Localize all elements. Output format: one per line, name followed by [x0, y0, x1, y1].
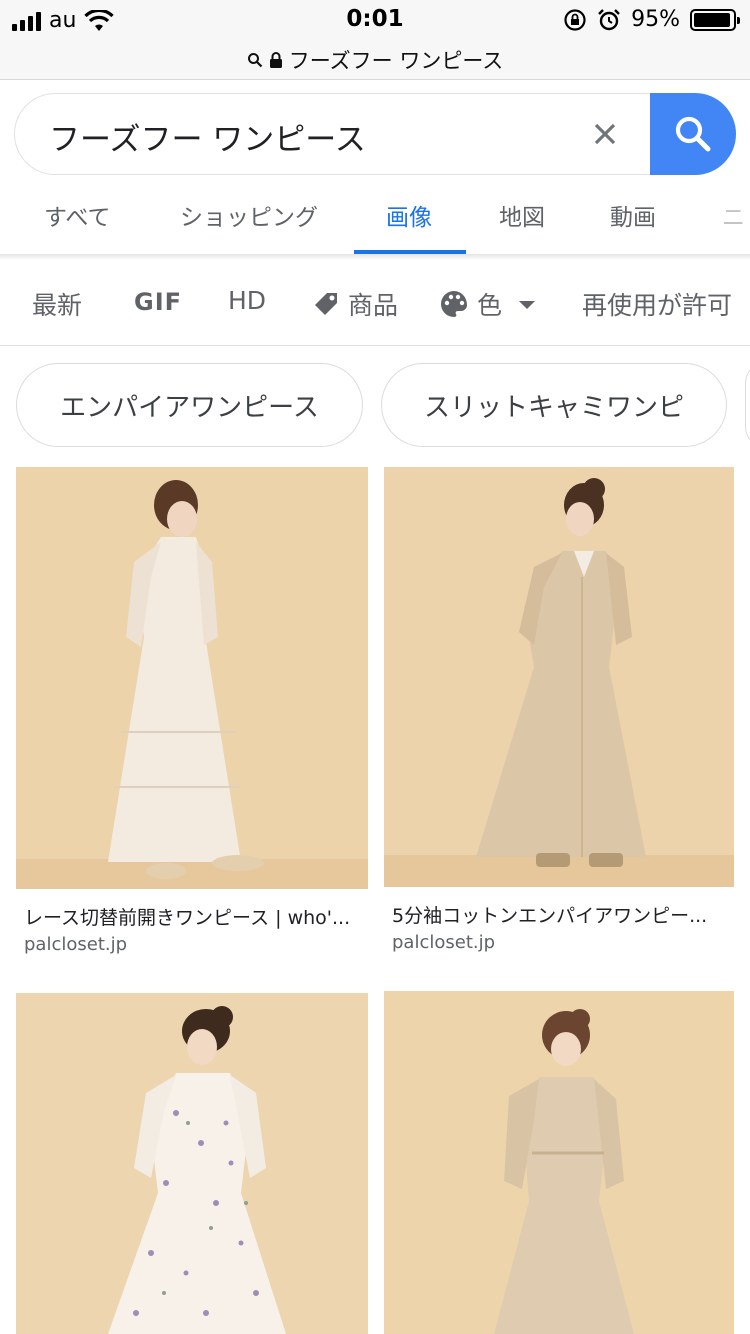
tag-icon — [315, 293, 337, 315]
related-chip-label: スリットキャミワンピ — [423, 392, 684, 423]
search-query-text: フーズフー ワンピース — [49, 122, 366, 158]
related-chip-slit[interactable]: スリットキャミワンピ — [381, 363, 727, 447]
image-result[interactable] — [384, 991, 734, 1334]
search-icon — [247, 52, 262, 67]
tab-images[interactable]: 画像 — [386, 198, 432, 232]
filter-product-label: 商品 — [348, 291, 399, 320]
search-bar: フーズフー ワンピース — [14, 93, 736, 175]
related-chip-empire[interactable]: エンパイアワンピース — [16, 363, 363, 447]
close-icon — [594, 123, 616, 145]
result-title: 5分袖コットンエンパイアワンピー... — [392, 905, 708, 927]
tab-videos[interactable]: 動画 — [610, 198, 656, 232]
related-chip-label: エンパイアワンピース — [60, 392, 319, 423]
palette-icon — [441, 291, 467, 317]
battery-icon — [690, 8, 740, 31]
filter-bar: 最新 GIF HD 商品 色 再使用が許可 — [0, 262, 750, 346]
battery-percent: 95% — [631, 7, 680, 32]
image-result[interactable]: 5分袖コットンエンパイアワンピー... palcloset.jp — [384, 467, 734, 967]
lock-icon — [269, 51, 282, 68]
result-title: レース切替前開きワンピース | who'... — [24, 907, 351, 929]
search-icon — [675, 116, 711, 152]
result-image — [16, 467, 368, 889]
tab-all[interactable]: すべて — [44, 198, 110, 232]
search-button[interactable] — [650, 93, 736, 175]
result-image — [16, 993, 368, 1334]
filter-hd[interactable]: HD — [228, 286, 266, 315]
filter-color-label: 色 — [477, 291, 503, 320]
clear-button[interactable] — [585, 114, 625, 154]
filter-usage-rights[interactable]: 再使用が許可 — [582, 286, 732, 322]
alarm-icon — [598, 8, 620, 30]
related-chip-more[interactable] — [745, 363, 750, 447]
filter-recent[interactable]: 最新 — [32, 286, 82, 322]
filter-usage-rights-label: 再使用が許可 — [582, 291, 733, 320]
result-image — [384, 991, 734, 1334]
image-result[interactable] — [16, 993, 368, 1334]
filter-gif[interactable]: GIF — [134, 288, 182, 316]
result-source: palcloset.jp — [392, 932, 496, 953]
tab-maps[interactable]: 地図 — [499, 198, 545, 232]
result-image — [384, 467, 734, 887]
search-input[interactable]: フーズフー ワンピース — [14, 93, 674, 175]
tab-news[interactable]: ニ — [722, 198, 745, 232]
image-result[interactable]: レース切替前開きワンピース | who'... palcloset.jp — [16, 467, 368, 967]
search-tabs: すべて ショッピング 画像 地図 動画 ニ — [0, 186, 750, 256]
url-bar[interactable]: フーズフー ワンピース — [0, 40, 750, 80]
filter-color[interactable]: 色 — [439, 286, 538, 322]
url-text: フーズフー ワンピース — [288, 48, 504, 73]
status-bar: au 0:01 95% — [0, 0, 750, 40]
filter-gif-label: GIF — [134, 288, 183, 316]
filter-recent-label: 最新 — [32, 291, 83, 320]
rotation-lock-icon — [564, 8, 586, 31]
tabs-divider — [0, 254, 750, 260]
filter-product[interactable]: 商品 — [312, 286, 398, 322]
caret-down-icon — [519, 301, 536, 309]
filter-hd-label: HD — [228, 286, 267, 315]
result-source: palcloset.jp — [24, 934, 128, 955]
tab-shopping[interactable]: ショッピング — [180, 198, 318, 232]
